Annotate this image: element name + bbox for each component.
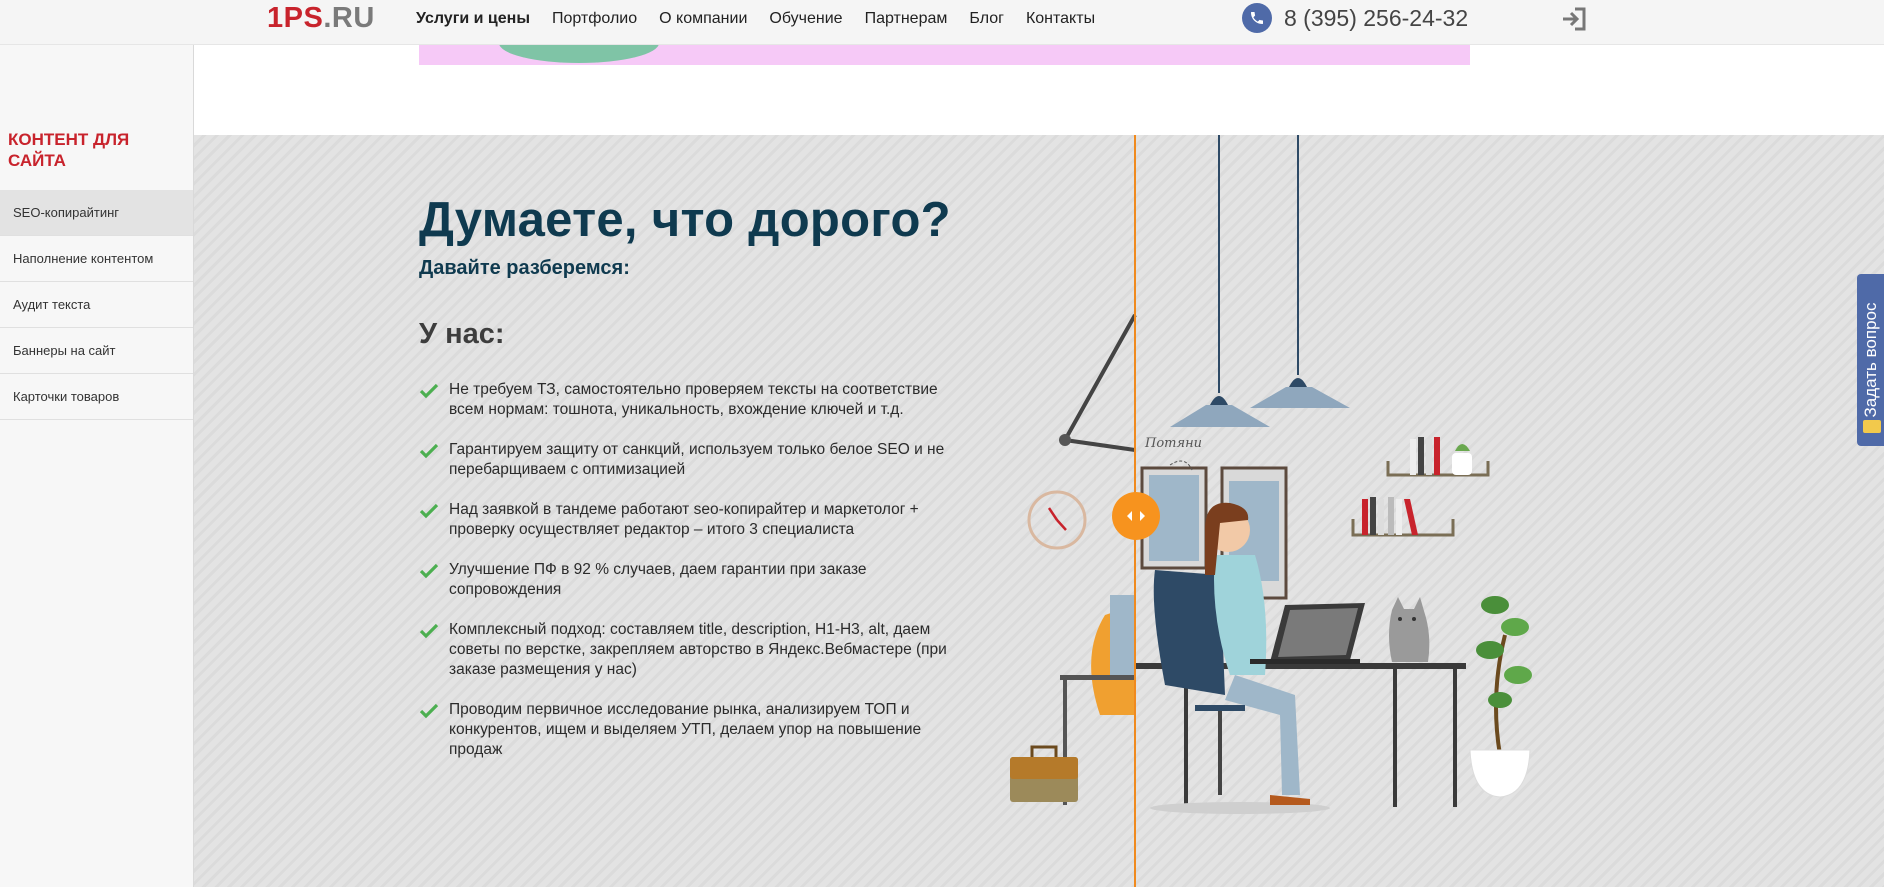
nav-portfolio[interactable]: Портфолио (552, 9, 637, 29)
sidebar-item-seo-copywriting[interactable]: SEO-копирайтинг (0, 190, 193, 236)
list-item-text: Комплексный подход: составляем title, de… (449, 621, 947, 678)
list-item-text: Проводим первичное исследование рынка, а… (449, 701, 922, 758)
sidebar-item-content-filling[interactable]: Наполнение контентом (0, 236, 193, 282)
previous-section-banner (419, 45, 1470, 65)
main-nav: Услуги и цены Портфолио О компании Обуче… (416, 9, 1117, 29)
wall-clock (1027, 490, 1087, 550)
sidebar: КОНТЕНТ ДЛЯ САЙТА SEO-копирайтинг Наполн… (0, 45, 194, 887)
list-item: Гарантируем защиту от санкций, используе… (419, 440, 949, 480)
book-shelves (1351, 437, 1490, 537)
login-icon[interactable] (1560, 6, 1588, 32)
site-header: 1PS.RU Услуги и цены Портфолио О компани… (0, 0, 1884, 45)
list-item: Над заявкой в тандеме работают seo-копир… (419, 500, 949, 540)
phone-icon (1242, 3, 1272, 33)
nav-partners[interactable]: Партнерам (865, 9, 948, 29)
check-icon (419, 383, 439, 399)
check-icon (419, 623, 439, 639)
pendant-lamps (1170, 135, 1350, 427)
sidebar-item-text-audit[interactable]: Аудит текста (0, 282, 193, 328)
list-item: Проводим первичное исследование рынка, а… (419, 700, 949, 760)
sidebar-item-banners[interactable]: Баннеры на сайт (0, 328, 193, 374)
check-icon (419, 563, 439, 579)
nav-about[interactable]: О компании (659, 9, 747, 29)
section-heading: Думаете, что дорого? (419, 193, 951, 247)
sidebar-title: КОНТЕНТ ДЛЯ САЙТА (8, 130, 130, 170)
plant (1469, 596, 1532, 798)
list-item-text: Не требуем ТЗ, самостоятельно проверяем … (449, 381, 938, 418)
list-item: Не требуем ТЗ, самостоятельно проверяем … (419, 380, 949, 420)
ask-question-label: Задать вопрос (1861, 302, 1880, 418)
list-item: Улучшение ПФ в 92 % случаев, даем гарант… (419, 560, 949, 600)
cat (1389, 597, 1430, 662)
sidebar-list: SEO-копирайтинг Наполнение контентом Ауд… (0, 190, 193, 420)
slider-handle-icon[interactable] (1112, 492, 1160, 540)
phone-number: 8 (395) 256-24-32 (1284, 4, 1469, 31)
check-icon (419, 443, 439, 459)
list-item-text: Улучшение ПФ в 92 % случаев, даем гарант… (449, 561, 867, 598)
sidebar-item-product-cards[interactable]: Карточки товаров (0, 374, 193, 420)
list-title: У нас: (419, 318, 505, 350)
check-icon (419, 703, 439, 719)
banner-shape (499, 45, 659, 63)
envelope-icon (1863, 420, 1881, 433)
laptop (1250, 603, 1365, 664)
desk-lamp (1059, 314, 1137, 452)
logo[interactable]: 1PS.RU (267, 2, 375, 35)
nav-contacts[interactable]: Контакты (1026, 9, 1095, 29)
list-item-text: Гарантируем защиту от санкций, используе… (449, 441, 945, 478)
logo-part1: 1PS (267, 2, 324, 34)
office-illustration: Потяни (1010, 135, 1532, 814)
benefits-list: Не требуем ТЗ, самостоятельно проверяем … (419, 380, 949, 780)
section-subheading: Давайте разберемся: (419, 257, 630, 279)
phone-block[interactable]: 8 (395) 256-24-32 (1242, 3, 1468, 33)
nav-education[interactable]: Обучение (769, 9, 842, 29)
list-item-text: Над заявкой в тандеме работают seo-копир… (449, 501, 919, 538)
ask-question-tab[interactable]: Задать вопрос (1857, 274, 1884, 446)
briefcase (1010, 745, 1078, 802)
check-icon (419, 503, 439, 519)
list-item: Комплексный подход: составляем title, de… (419, 620, 949, 680)
illustration-note: Потяни (1144, 436, 1202, 451)
nav-services[interactable]: Услуги и цены (416, 9, 530, 29)
nav-blog[interactable]: Блог (969, 9, 1004, 29)
logo-part2: .RU (323, 2, 375, 34)
